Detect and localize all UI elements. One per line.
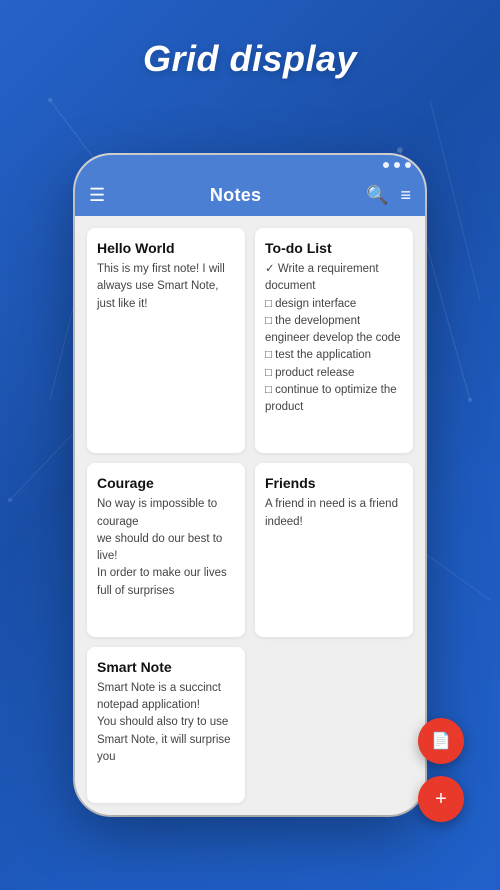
notes-grid: Hello World This is my first note! I wil… bbox=[75, 216, 425, 815]
note-body: A friend in need is a friend indeed! bbox=[265, 496, 403, 531]
note-card-courage[interactable]: Courage No way is impossible to courage … bbox=[87, 463, 245, 637]
note-title: Smart Note bbox=[97, 659, 235, 675]
phone-mockup: ☰ Notes 🔍 ≡ Hello World This is my first… bbox=[75, 155, 425, 815]
signal-icon bbox=[383, 162, 389, 168]
note-body: This is my first note! I will always use… bbox=[97, 261, 235, 313]
doc-icon: 📄 bbox=[431, 731, 451, 751]
note-title: Friends bbox=[265, 475, 403, 491]
note-body: Smart Note is a succinct notepad applica… bbox=[97, 680, 235, 766]
toolbar-actions: 🔍 ≡ bbox=[366, 185, 411, 206]
fab-container: 📄 + bbox=[418, 718, 464, 822]
note-card-smart-note[interactable]: Smart Note Smart Note is a succinct note… bbox=[87, 647, 245, 803]
note-body: ✓ Write a requirement document □ design … bbox=[265, 261, 403, 416]
fab-add-button[interactable]: + bbox=[418, 776, 464, 822]
page-title: Grid display bbox=[0, 0, 500, 100]
search-icon[interactable]: 🔍 bbox=[366, 185, 388, 206]
wifi-icon bbox=[394, 162, 400, 168]
note-body: No way is impossible to courage we shoul… bbox=[97, 496, 235, 600]
status-bar bbox=[75, 155, 425, 175]
add-icon: + bbox=[435, 788, 447, 811]
note-card-friends[interactable]: Friends A friend in need is a friend ind… bbox=[255, 463, 413, 637]
note-card-hello-world[interactable]: Hello World This is my first note! I wil… bbox=[87, 228, 245, 453]
filter-icon[interactable]: ≡ bbox=[400, 185, 411, 206]
note-card-todo-list[interactable]: To-do List ✓ Write a requirement documen… bbox=[255, 228, 413, 453]
note-title: Hello World bbox=[97, 240, 235, 256]
toolbar: ☰ Notes 🔍 ≡ bbox=[75, 175, 425, 216]
fab-document-button[interactable]: 📄 bbox=[418, 718, 464, 764]
note-title: To-do List bbox=[265, 240, 403, 256]
toolbar-title: Notes bbox=[115, 185, 356, 206]
battery-icon bbox=[405, 162, 411, 168]
menu-icon[interactable]: ☰ bbox=[89, 185, 105, 206]
note-title: Courage bbox=[97, 475, 235, 491]
